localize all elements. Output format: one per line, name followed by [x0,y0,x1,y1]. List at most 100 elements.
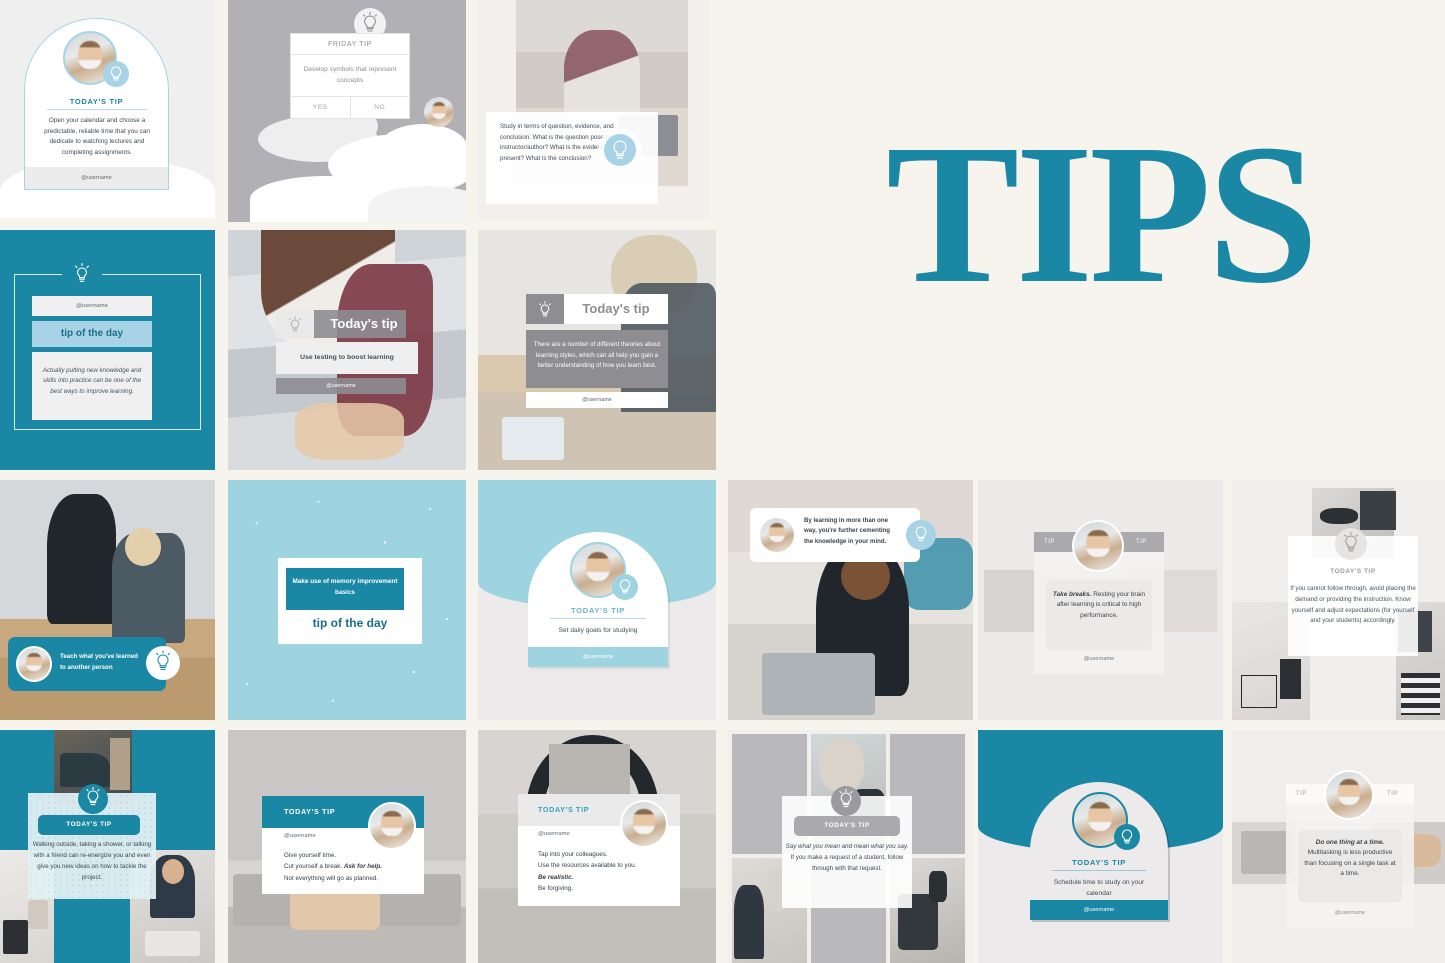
tile-body-italic: Say what you mean and mean what you say. [785,843,909,850]
tile-title-tips: TIPS [726,0,1445,470]
tile-arch-todays-tip[interactable]: TODAY'S TIP Open your calendar and choos… [0,0,215,218]
tile-heading: TODAY'S TIP [538,805,590,814]
avatar [1324,770,1374,820]
tile-heading: TODAY'S TIP [284,807,336,816]
lightbulb-icon [598,128,642,172]
divider [47,109,147,110]
tile-body: Schedule time to study on your calendar [1053,879,1145,898]
avatar [620,800,668,848]
tile-learning-more-ways[interactable]: By learning in more than one way, you're… [728,480,973,720]
tile-re-energize[interactable]: TODAY'S TIP Walking outside, taking a sh… [0,730,215,963]
tile-memory-basics[interactable]: Make use of memory improvement basics ti… [228,480,466,720]
tile-heading: TODAY'S TIP [824,822,870,829]
tile-body: Teach what you've learned to another per… [60,653,139,671]
tile-give-yourself-time[interactable]: TODAY'S TIP @username Give yourself time… [228,730,466,963]
username: @username [582,654,614,660]
tip-tag-left: TIP [1296,791,1307,797]
tile-body: Walking outside, taking a shower, or tal… [32,841,152,881]
tile-teal-tip-of-day[interactable]: @username tip of the day Actually puttin… [0,230,215,470]
tile-body: Use testing to boost learning [300,354,394,361]
poll-body: Develop symbols that represent concepts [291,55,409,98]
tile-heading: Make use of memory improvement basics [292,578,398,596]
tile-body-wrap: Say what you mean and mean what you say.… [784,842,910,875]
poll-heading: FRIDAY TIP [291,34,409,55]
tip-tag-right: TIP [1387,791,1398,797]
tile-body: Open your calendar and choose a predicta… [44,117,150,156]
footer-band: @username [528,647,668,667]
tile-learning-styles[interactable]: Today's tip There are a number of differ… [478,230,716,470]
lightbulb-icon [75,263,89,282]
quote-body: Multitasking is less productive than foc… [1304,849,1396,878]
line-4: Not everything will go as planned. [284,874,379,882]
avatar [424,97,454,127]
tile-follow-through[interactable]: TODAY'S TIP If you cannot follow through… [1232,480,1445,720]
tile-schedule-time[interactable]: TODAY'S TIP Schedule time to study on yo… [978,730,1223,963]
tile-body: Actually putting new knowledge and skill… [42,367,142,395]
lightbulb-icon [539,301,551,317]
username: @username [582,397,612,403]
tile-heading: TODAY'S TIP [66,821,112,828]
arch-card: TODAY'S TIP Open your calendar and choos… [24,18,169,190]
page-title: TIPS [886,104,1319,325]
avatar [368,802,416,850]
lightbulb-icon [831,786,861,816]
line-2: Use the resources available to you. [538,862,637,870]
tile-heading: TODAY'S TIP [570,606,626,615]
divider [550,618,646,619]
line-4: Be forgiving. [538,885,574,893]
divider [1052,870,1146,871]
avatar [760,518,794,552]
tile-body: There are a number of different theories… [533,341,661,370]
lightbulb-icon [78,784,108,814]
tile-teach-another[interactable]: Teach what you've learned to another per… [0,480,215,720]
lightbulb-icon [289,316,301,332]
tile-lines: Give yourself time. Cut yourself a break… [284,850,416,884]
username: @username [538,831,570,837]
line-3-bold: Be realistic. [538,873,574,881]
poll-option-yes[interactable]: YES [291,97,351,119]
lightbulb-icon [103,61,129,87]
tile-heading: TODAY'S TIP [69,97,124,106]
username: @username [284,833,316,839]
username: @username [32,296,152,316]
username: @username [1083,656,1115,662]
lightbulb-icon [1114,824,1140,850]
tile-body: If you cannot follow through, avoid plac… [1290,585,1416,625]
tile-use-testing[interactable]: Today's tip Use testing to boost learnin… [228,230,466,470]
tile-take-breaks[interactable]: TIP TIP Take breaks. Resting your brain … [978,480,1223,720]
footer-band: @username [1030,900,1168,920]
tile-body: Set daily goals for studying [558,627,638,634]
tile-lines: Tap into your colleagues. Use the resour… [538,849,676,895]
tile-say-what-you-mean[interactable]: TODAY'S TIP Say what you mean and mean w… [728,730,973,963]
tile-friday-tip-poll[interactable]: FRIDAY TIP Develop symbols that represen… [228,0,466,222]
tile-heading: Today's tip [582,301,650,316]
lightbulb-icon [1335,528,1367,560]
tile-one-thing-at-a-time[interactable]: TIP TIP Do one thing at a time. Multitas… [1232,730,1445,963]
username: @username [1334,910,1366,916]
poll-card[interactable]: FRIDAY TIP Develop symbols that represen… [290,33,410,120]
quote-text: Take breaks. Resting your brain after le… [1050,590,1148,621]
lightbulb-icon [906,520,936,550]
line-3-bold: Ask for help. [343,863,382,871]
quote-bold: Take breaks. [1052,591,1092,598]
quote-bold: Do one thing at a time. [1315,839,1385,846]
tile-daily-goals[interactable]: TODAY'S TIP Set daily goals for studying… [478,480,716,720]
tile-body: If you make a request of a student, foll… [790,853,904,872]
tile-subheading: tip of the day [312,616,388,630]
lightbulb-icon [612,574,638,600]
tile-study-question[interactable]: Study in terms of question, evidence, an… [478,0,710,220]
lightbulb-icon [146,646,180,680]
username: @username [326,383,356,389]
tile-tap-colleagues[interactable]: TODAY'S TIP @username Tap into your coll… [478,730,716,963]
tile-heading: TODAY'S TIP [1071,858,1127,867]
arch-card: TODAY'S TIP Set daily goals for studying… [528,532,668,667]
line-1: Tap into your colleagues. [538,851,608,858]
line-2: Cut yourself a break. [284,863,344,871]
arch-card: TODAY'S TIP Schedule time to study on yo… [1030,782,1168,920]
poll-option-no[interactable]: NO [351,97,410,118]
avatar [16,646,52,682]
template-board: TODAY'S TIP Open your calendar and choos… [0,0,1445,963]
tile-heading: Today's tip [330,316,398,331]
tip-of-day-heading: tip of the day [32,321,152,347]
line-1: Give yourself time. [284,852,337,859]
